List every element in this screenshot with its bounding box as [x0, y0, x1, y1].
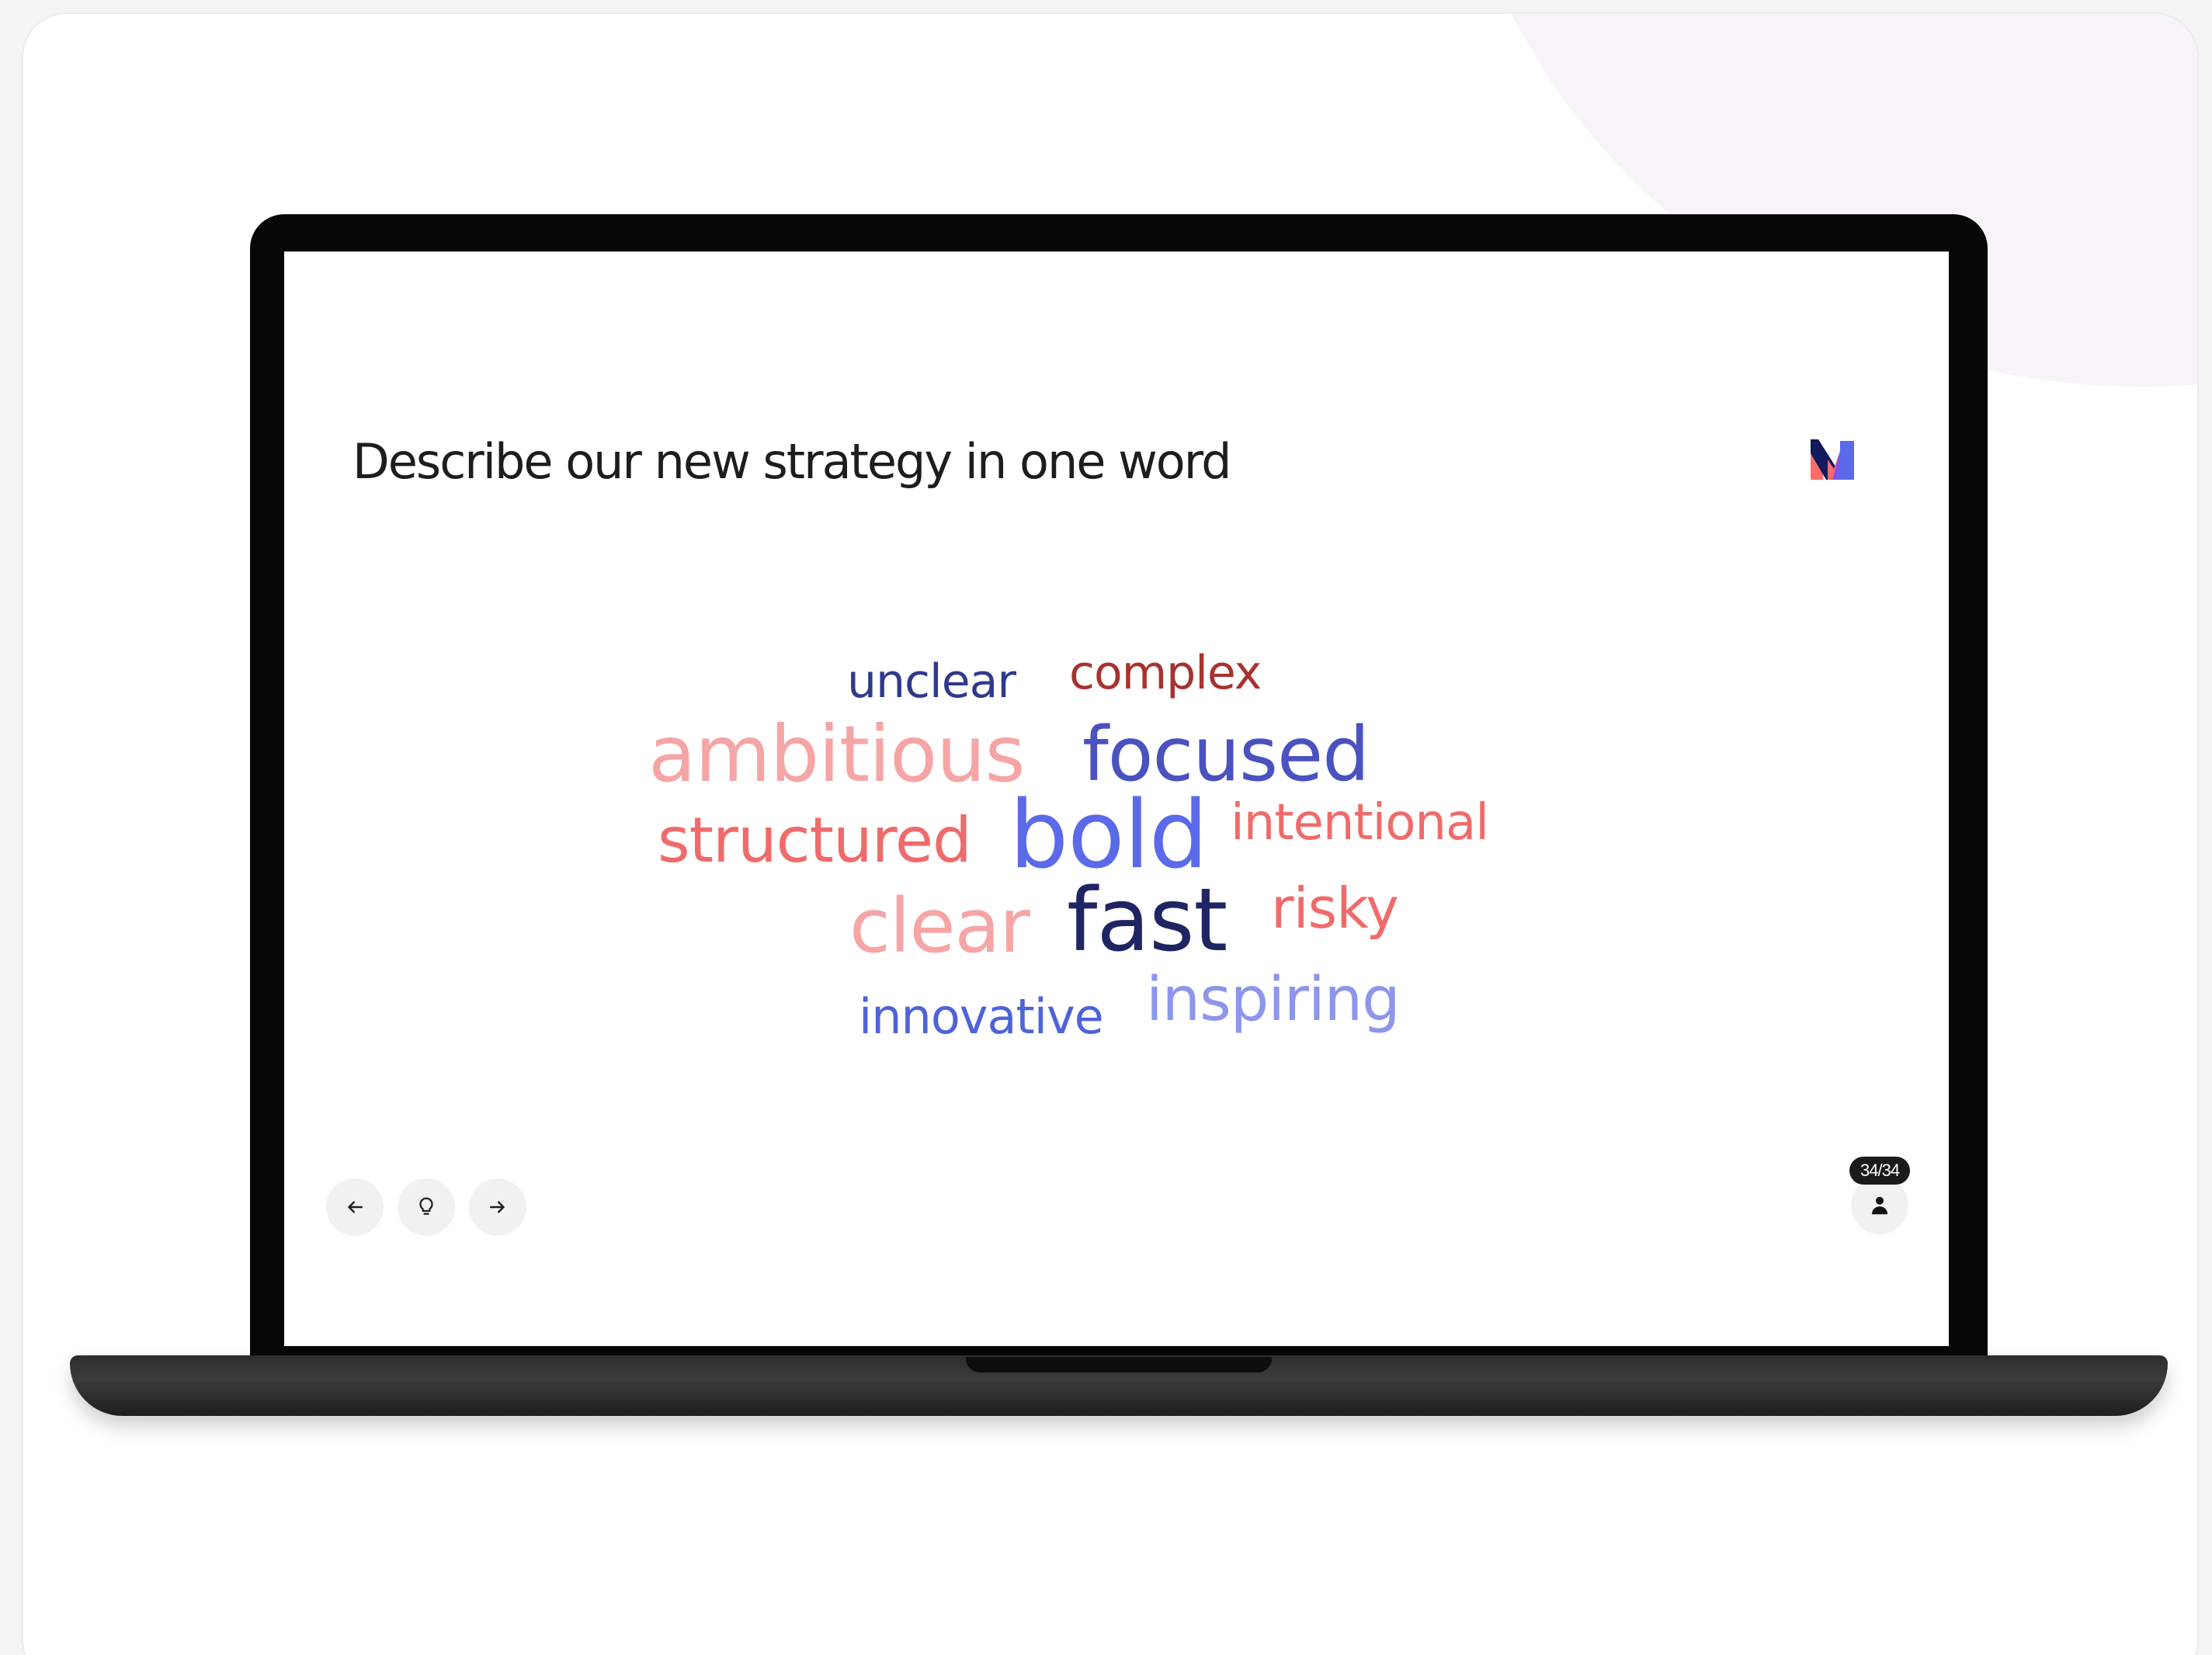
lightbulb-icon [419, 1197, 433, 1215]
arrow-left-icon [348, 1201, 363, 1213]
word-focused: focused [1082, 711, 1370, 798]
participants-button[interactable] [1851, 1177, 1908, 1234]
arrow-right-icon [490, 1201, 505, 1213]
presentation-slide: Describe our new strategy in one word un… [284, 252, 1949, 1346]
word-intentional: intentional [1231, 794, 1489, 852]
word-ambitious: ambitious [648, 709, 1026, 800]
hint-button[interactable] [398, 1178, 455, 1236]
word-inspiring: inspiring [1146, 965, 1401, 1035]
page-background: Describe our new strategy in one word un… [0, 0, 2212, 1655]
participant-count-badge: 34/34 [1849, 1157, 1911, 1185]
word-structured: structured [658, 804, 972, 876]
laptop-notch [966, 1357, 1272, 1372]
word-cloud: unclear complex ambitious focused structured… [284, 252, 1949, 1346]
word-fast: fast [1067, 870, 1228, 971]
person-icon [1872, 1196, 1887, 1215]
word-bold: bold [1009, 782, 1208, 890]
word-complex: complex [1069, 646, 1262, 700]
word-risky: risky [1271, 876, 1399, 941]
previous-slide-button[interactable] [326, 1178, 384, 1236]
word-unclear: unclear [847, 654, 1016, 709]
next-slide-button[interactable] [469, 1178, 526, 1236]
word-clear: clear [849, 883, 1030, 970]
word-innovative: innovative [859, 988, 1104, 1045]
